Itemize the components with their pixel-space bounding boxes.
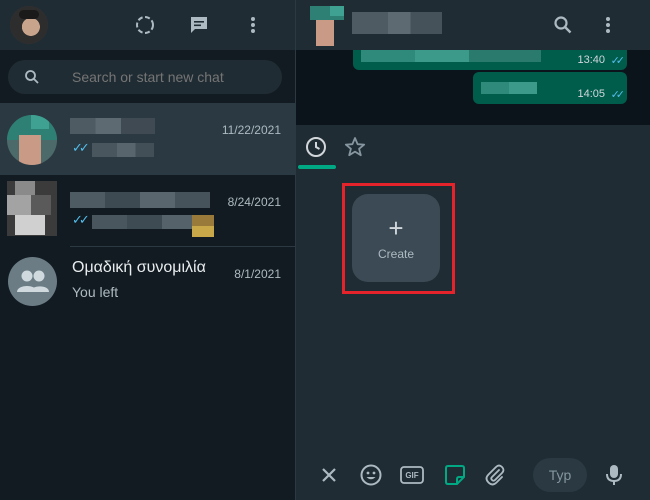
composer-bar: GIF (296, 450, 650, 500)
contact-avatar[interactable] (310, 6, 344, 46)
attach-icon[interactable] (483, 463, 507, 487)
recent-tab-clock-icon[interactable] (304, 135, 328, 159)
read-ticks-icon: ✓✓ (72, 140, 90, 155)
blurred-contact-name (352, 12, 442, 34)
favorites-tab-star-icon[interactable] (343, 135, 367, 159)
sticker-icon[interactable] (443, 463, 467, 487)
new-chat-icon[interactable] (187, 13, 211, 37)
blurred-message (92, 215, 192, 229)
left-header (0, 0, 295, 50)
read-ticks-icon: ✓✓ (610, 89, 626, 101)
status-icon[interactable] (133, 13, 157, 37)
chat-row[interactable]: ✓✓ 8/24/2021 (0, 175, 295, 247)
chat-name: Ομαδική συνομιλία (72, 259, 206, 276)
chat-date: 8/1/2021 (234, 267, 281, 281)
profile-avatar[interactable] (10, 6, 48, 44)
gif-icon[interactable]: GIF (400, 463, 424, 487)
chat-row[interactable]: ✓✓ 11/22/2021 (0, 103, 295, 175)
chat-row[interactable]: Ομαδική συνομιλία You left 8/1/2021 (0, 247, 295, 319)
message-time: 14:05 (577, 88, 605, 100)
create-sticker-button[interactable]: + Create (352, 194, 440, 282)
contact-avatar (7, 181, 57, 236)
menu-icon[interactable] (596, 13, 620, 37)
plus-icon: + (388, 213, 404, 243)
group-icon (17, 270, 49, 292)
blurred-name (70, 192, 210, 208)
search-icon (24, 69, 40, 85)
blurred-emoji (192, 215, 214, 237)
group-avatar (8, 257, 57, 306)
message-bubble[interactable]: 13:40 ✓✓ (353, 50, 627, 70)
close-icon[interactable] (317, 463, 341, 487)
read-ticks-icon: ✓✓ (72, 212, 90, 227)
chat-last-message: You left (72, 284, 119, 300)
blurred-message (92, 143, 154, 157)
message-area: 13:40 ✓✓ 14:05 ✓✓ (296, 50, 650, 125)
message-input-placeholder: Typ (548, 467, 572, 483)
conversation-header (296, 0, 650, 50)
message-bubble[interactable]: 14:05 ✓✓ (473, 72, 627, 104)
active-tab-indicator (298, 165, 336, 169)
contact-avatar (7, 115, 57, 165)
search-icon[interactable] (551, 13, 575, 37)
microphone-icon[interactable] (602, 463, 626, 487)
gif-label: GIF (405, 470, 419, 480)
search-box[interactable] (8, 60, 282, 94)
menu-icon[interactable] (241, 13, 265, 37)
message-time: 13:40 (577, 54, 605, 66)
message-input[interactable]: Typ (533, 458, 587, 492)
blurred-name (70, 118, 155, 134)
chat-date: 11/22/2021 (221, 123, 281, 137)
chat-date: 8/24/2021 (227, 195, 281, 209)
read-ticks-icon: ✓✓ (610, 55, 626, 67)
create-label: Create (377, 247, 415, 261)
emoji-icon[interactable] (359, 463, 383, 487)
search-input[interactable] (72, 60, 272, 94)
